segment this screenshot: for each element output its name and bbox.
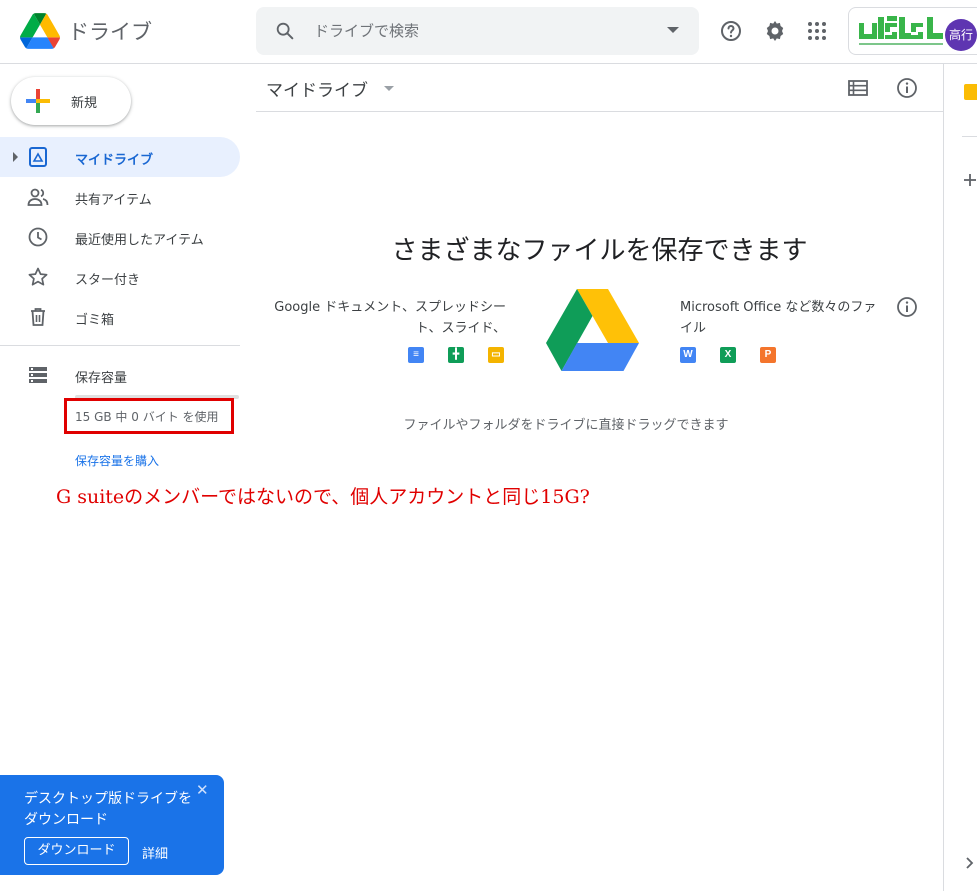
office-description: Microsoft Office など数々のファイル <box>680 300 877 336</box>
slides-icon: ▭ <box>488 347 504 363</box>
chevron-right-icon[interactable] <box>965 856 975 870</box>
top-header: ドライブ ドライブで検索 高行 <box>0 0 977 64</box>
docs-icon: ≡ <box>408 347 424 363</box>
drive-logo-icon[interactable] <box>20 13 60 49</box>
storage-icon <box>29 367 47 383</box>
search-input[interactable] <box>314 20 634 42</box>
avatar[interactable]: 高行 <box>945 19 977 51</box>
drive-logo-large-icon <box>546 289 639 371</box>
page-title[interactable]: マイドライブ <box>266 76 368 101</box>
sidebar-item-recent[interactable]: 最近使用したアイテム <box>0 217 240 257</box>
apps-grid-icon[interactable] <box>805 19 829 43</box>
add-addon-icon[interactable] <box>963 173 977 187</box>
search-box[interactable] <box>256 7 699 55</box>
sidebar-item-label: 最近使用したアイテム <box>75 233 204 248</box>
sidebar-item-label: ゴミ箱 <box>75 313 115 328</box>
my-drive-icon <box>29 147 47 167</box>
sidebar-item-label: マイドライブ <box>75 153 154 168</box>
trash-icon <box>31 308 45 326</box>
promo-text: デスクトップ版ドライブをダウンロード <box>24 791 192 828</box>
sidebar-item-shared[interactable]: 共有アイテム <box>0 177 240 217</box>
new-button-label: 新規 <box>71 96 98 111</box>
sidebar-item-storage[interactable]: 保存容量 <box>0 355 240 395</box>
shared-icon <box>27 188 49 206</box>
sidebar-item-label: 共有アイテム <box>75 193 152 208</box>
drag-drop-hint: ファイルやフォルダをドライブに直接ドラッグできます <box>403 418 729 433</box>
excel-icon: X <box>720 347 736 363</box>
app-title[interactable]: ドライブ <box>68 16 152 46</box>
buy-storage-link[interactable]: 保存容量を購入 <box>75 452 159 469</box>
star-icon <box>28 267 48 286</box>
storage-label: 保存容量 <box>75 371 128 386</box>
annotation-highlight-box <box>64 398 234 434</box>
sidebar-divider <box>0 345 240 346</box>
sheets-icon: ╋ <box>448 347 464 363</box>
download-button[interactable]: ダウンロード <box>24 837 129 865</box>
sidebar-item-starred[interactable]: スター付き <box>0 257 240 297</box>
annotation-note: G suiteのメンバーではないので、個人アカウントと同じ15G? <box>56 486 590 508</box>
list-view-icon[interactable] <box>846 76 870 100</box>
sidebar-item-my-drive[interactable]: マイドライブ <box>0 137 240 177</box>
word-icon: W <box>680 347 696 363</box>
empty-state-heading: さまざまなファイルを保存できます <box>391 236 808 266</box>
search-options-icon[interactable] <box>667 27 679 33</box>
desktop-download-promo: デスクトップ版ドライブをダウンロード ✕ ダウンロード 詳細 <box>0 775 224 875</box>
sidebar-item-label: スター付き <box>75 273 141 288</box>
google-apps-description: Google ドキュメント、スプレッドシート、スライド、 <box>274 300 506 336</box>
plus-icon <box>26 89 50 113</box>
info-circle-icon[interactable] <box>895 295 919 319</box>
expand-arrow-icon[interactable] <box>13 152 18 162</box>
chevron-down-icon[interactable] <box>384 86 394 91</box>
clock-icon <box>28 227 48 247</box>
powerpoint-icon: P <box>760 347 776 363</box>
settings-gear-icon[interactable] <box>763 19 787 43</box>
toolbar-divider <box>256 111 943 112</box>
account-switcher[interactable]: 高行 <box>848 7 977 55</box>
help-icon[interactable] <box>719 19 743 43</box>
close-icon[interactable]: ✕ <box>196 781 209 799</box>
keep-icon[interactable] <box>964 84 977 100</box>
info-icon[interactable] <box>895 76 919 100</box>
new-button[interactable]: 新規 <box>11 77 131 125</box>
side-panel-divider <box>943 64 944 891</box>
sidebar-item-trash[interactable]: ゴミ箱 <box>0 297 240 337</box>
details-link[interactable]: 詳細 <box>142 843 168 862</box>
organization-logo <box>859 16 943 45</box>
search-icon[interactable] <box>274 20 296 42</box>
side-panel-separator <box>962 136 977 137</box>
